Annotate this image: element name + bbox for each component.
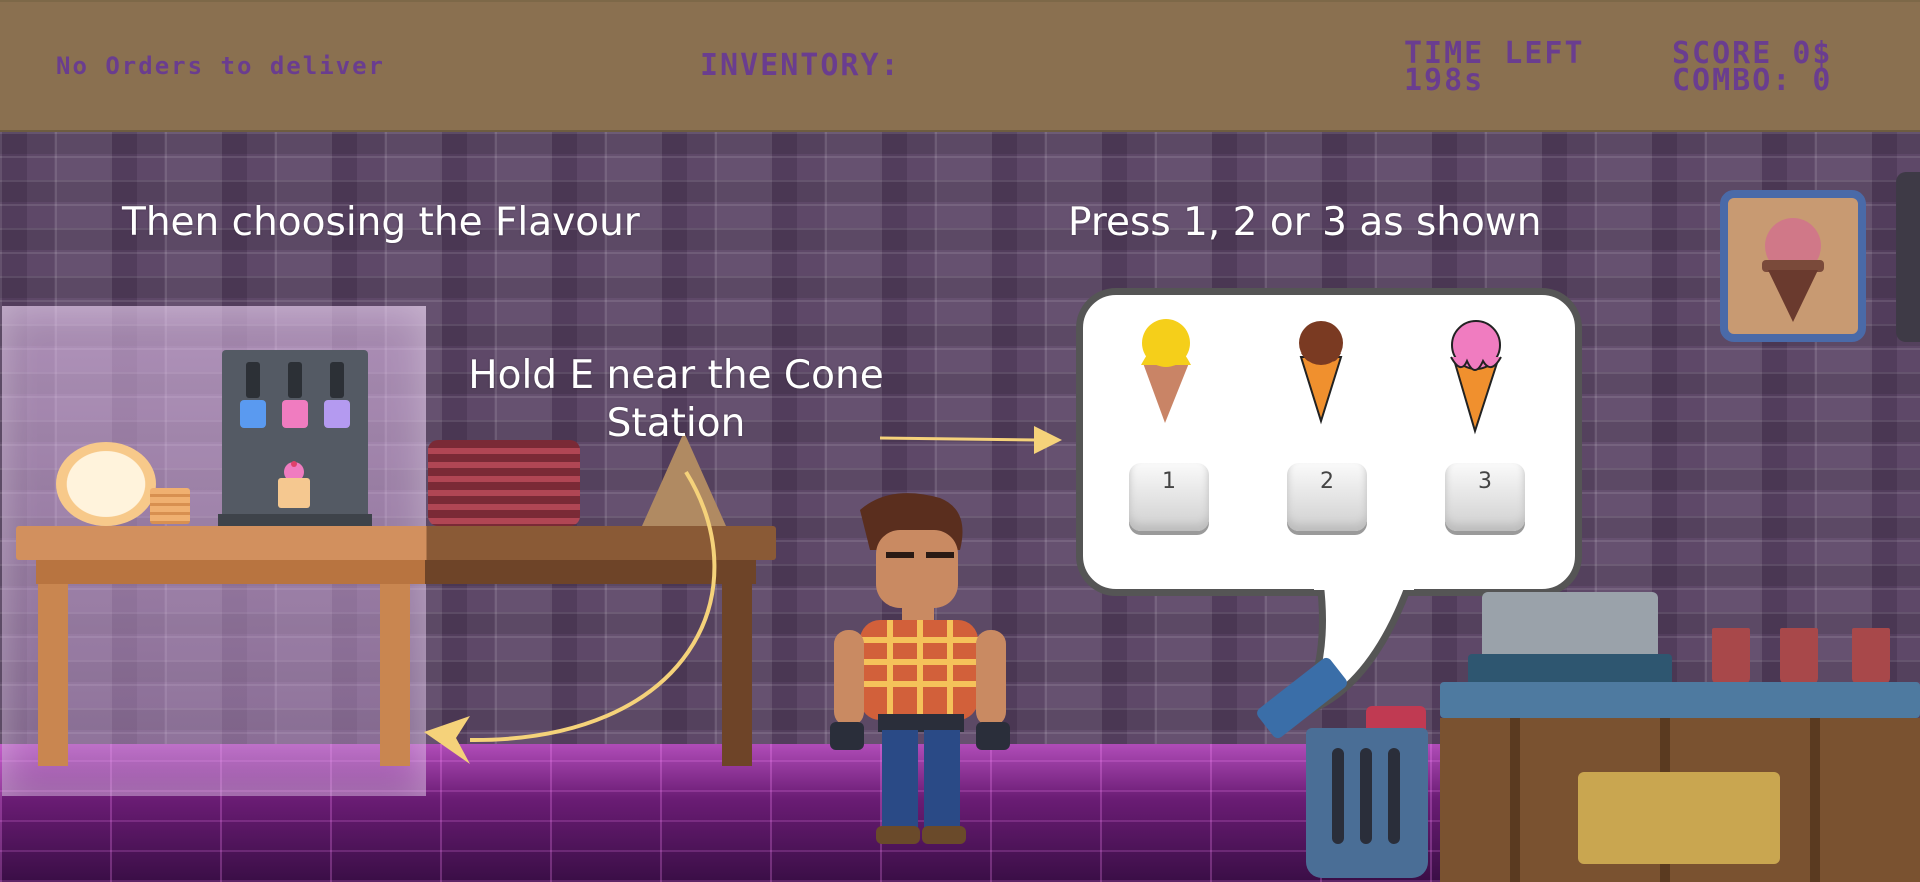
- orders-status: No Orders to deliver: [56, 52, 385, 80]
- cup: [1780, 628, 1818, 684]
- vanilla-cone-icon: [1141, 319, 1191, 423]
- order-card: [1720, 190, 1866, 342]
- strawberry-cone-order-icon: [1762, 218, 1824, 322]
- key-2-icon: 2: [1287, 463, 1367, 531]
- key-3-icon: 3: [1445, 463, 1525, 531]
- cup: [1852, 628, 1890, 684]
- inventory-label: INVENTORY:: [700, 48, 901, 83]
- tutorial-speech-bubble: 1 2 3: [1076, 288, 1582, 596]
- key-3-label: 3: [1478, 469, 1492, 494]
- game-scene: Then choosing the Flavour Press 1, 2 or …: [0, 132, 1920, 882]
- key-1-icon: 1: [1129, 463, 1209, 531]
- cup: [1712, 628, 1750, 684]
- curved-arrow: [469, 470, 717, 743]
- time-left-value: 198s: [1404, 63, 1485, 98]
- counter-plate: [1578, 772, 1780, 864]
- trash-stripe: [1332, 748, 1344, 844]
- straight-arrow-head: [1034, 426, 1062, 454]
- trash-stripe: [1360, 748, 1372, 844]
- trash-bin[interactable]: [1306, 728, 1428, 878]
- trash-stripe: [1388, 748, 1400, 844]
- key-1-label: 1: [1162, 469, 1176, 494]
- strawberry-cone-icon: [1450, 320, 1502, 435]
- combo-display: COMBO: 0: [1672, 63, 1833, 98]
- edge-object: [1896, 172, 1920, 342]
- key-2-label: 2: [1320, 469, 1334, 494]
- curved-arrow-head: [424, 716, 470, 764]
- chocolate-cone-icon: [1299, 321, 1343, 425]
- counter-top: [1440, 682, 1920, 718]
- hud-bar: No Orders to deliver INVENTORY: TIME LEF…: [0, 0, 1920, 132]
- player-character: [830, 493, 1010, 844]
- straight-arrow: [879, 436, 1037, 442]
